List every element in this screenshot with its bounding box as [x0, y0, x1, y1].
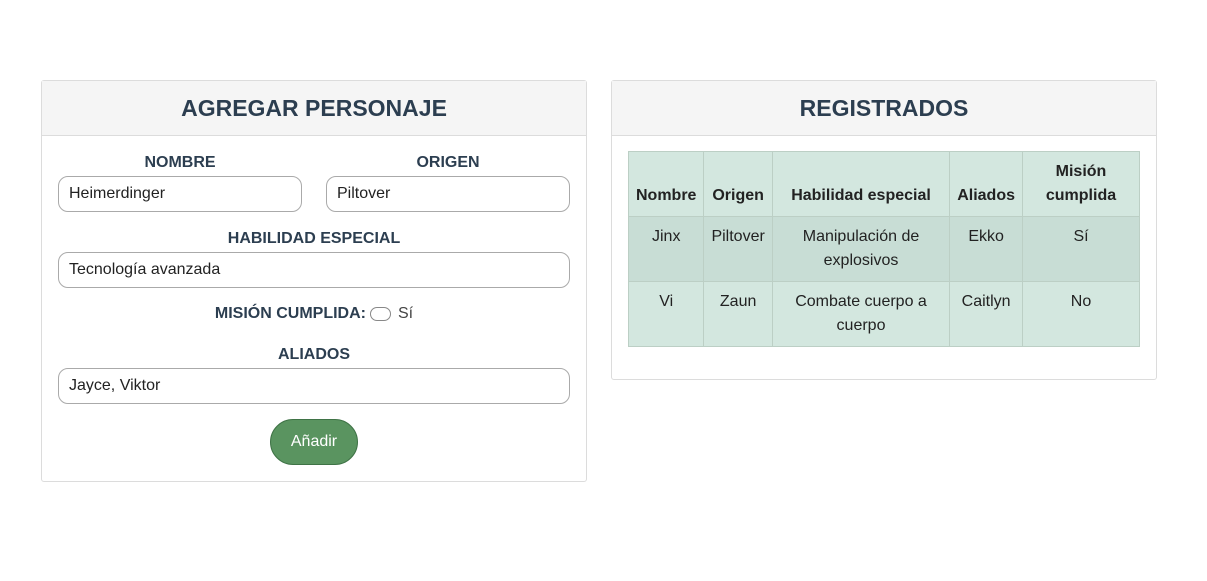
nombre-field-group: NOMBRE — [58, 153, 302, 212]
add-character-card: AGREGAR PERSONAJE NOMBRE ORIGEN HABILIDA… — [41, 80, 587, 482]
registrados-title: REGISTRADOS — [612, 81, 1156, 136]
cell-nombre: Jinx — [627, 216, 705, 282]
cell-origen: Zaun — [703, 281, 773, 347]
add-button[interactable]: Añadir — [270, 419, 358, 465]
cell-mision: No — [1022, 281, 1140, 347]
add-character-title: AGREGAR PERSONAJE — [42, 81, 586, 136]
cell-habilidad: Combate cuerpo a cuerpo — [771, 281, 951, 347]
nombre-input[interactable] — [58, 176, 302, 212]
aliados-field-group: ALIADOS — [58, 345, 570, 404]
habilidad-input[interactable] — [58, 252, 570, 288]
mision-checkbox[interactable] — [369, 307, 391, 321]
mision-option-label[interactable]: Sí — [398, 305, 413, 323]
table-row: Jinx Piltover Manipulación de explosivos… — [627, 216, 1140, 282]
mision-label: MISIÓN CUMPLIDA: — [214, 305, 366, 322]
aliados-input[interactable] — [58, 368, 570, 404]
column-header-habilidad: Habilidad especial — [771, 151, 951, 217]
registrados-table: Nombre Origen Habilidad especial Aliados… — [627, 151, 1140, 347]
cell-aliados: Ekko — [949, 216, 1023, 282]
column-header-nombre: Nombre — [627, 151, 705, 217]
origen-field-group: ORIGEN — [326, 153, 570, 212]
column-header-mision: Misión cumplida — [1022, 151, 1140, 217]
table-header-row: Nombre Origen Habilidad especial Aliados… — [627, 151, 1140, 217]
aliados-label: ALIADOS — [278, 346, 350, 363]
table-row: Vi Zaun Combate cuerpo a cuerpo Caitlyn … — [627, 281, 1140, 347]
cell-mision: Sí — [1022, 216, 1140, 282]
mision-row: MISIÓN CUMPLIDA: Sí — [42, 305, 586, 323]
cell-aliados: Caitlyn — [949, 281, 1023, 347]
origen-input[interactable] — [326, 176, 570, 212]
habilidad-label: HABILIDAD ESPECIAL — [227, 230, 401, 247]
cell-habilidad: Manipulación de explosivos — [771, 216, 951, 282]
habilidad-field-group: HABILIDAD ESPECIAL — [58, 229, 570, 288]
column-header-aliados: Aliados — [949, 151, 1023, 217]
column-header-origen: Origen — [703, 151, 773, 217]
cell-nombre: Vi — [627, 281, 705, 347]
nombre-label: NOMBRE — [144, 154, 216, 171]
cell-origen: Piltover — [703, 216, 773, 282]
registrados-card: REGISTRADOS Nombre Origen Habilidad espe… — [611, 80, 1157, 380]
origen-label: ORIGEN — [416, 154, 480, 171]
